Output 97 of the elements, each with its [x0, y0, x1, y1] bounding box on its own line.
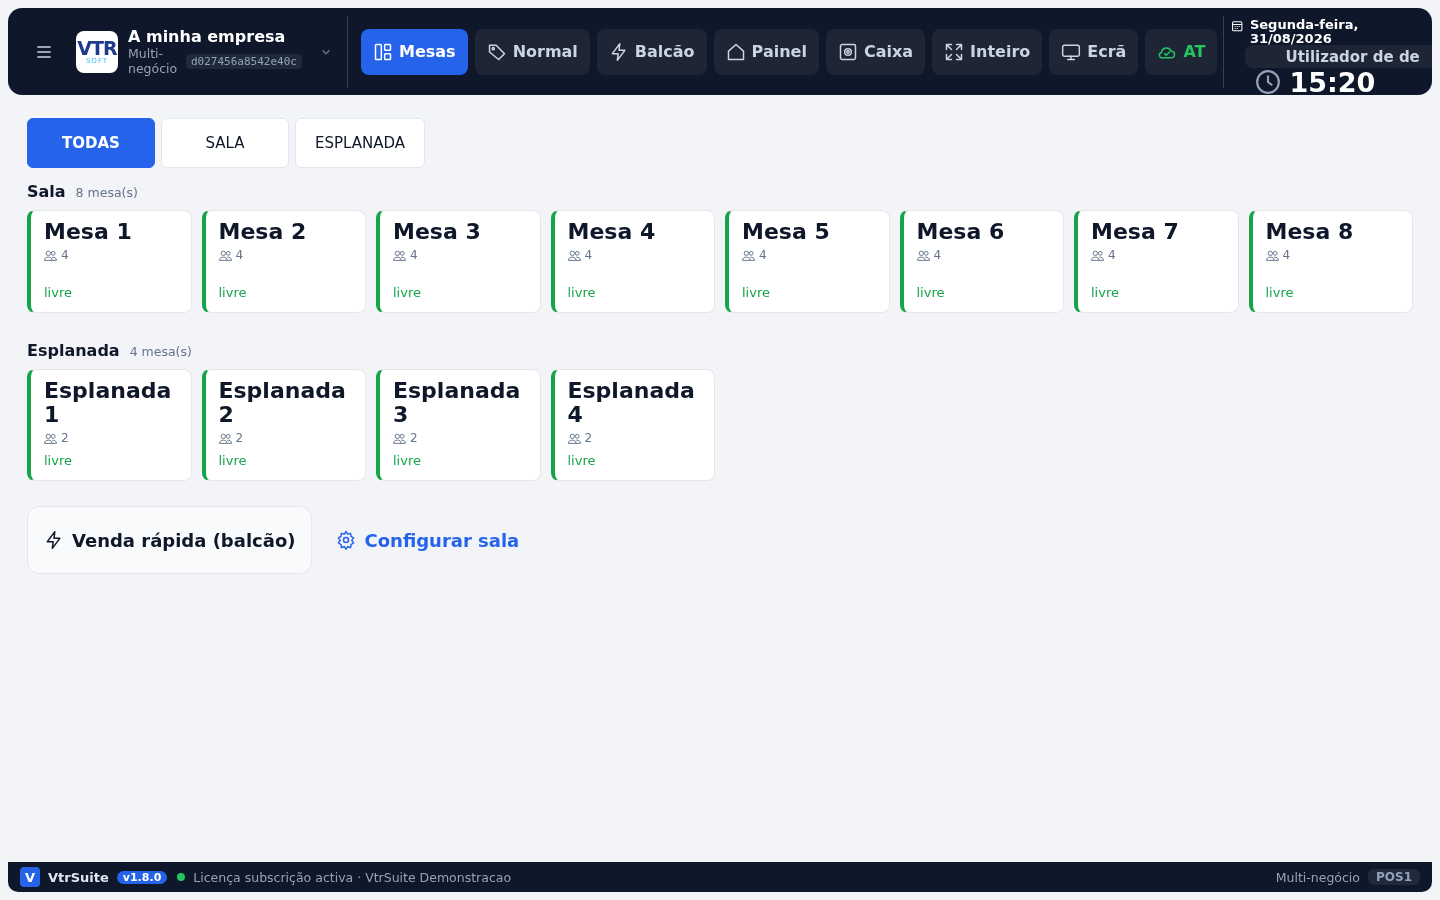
table-card[interactable]: Mesa 6 4 livre — [899, 210, 1064, 313]
seat-count: 4 — [1282, 248, 1291, 262]
section-title: Esplanada — [27, 341, 120, 360]
seat-count: 4 — [759, 248, 767, 262]
seat-count: 4 — [61, 248, 69, 262]
people-icon — [742, 249, 755, 261]
app-badge: V — [20, 867, 40, 887]
table-card[interactable]: Mesa 8 4 livre — [1248, 210, 1413, 313]
table-status: livre — [742, 284, 771, 300]
table-status: livre — [1091, 284, 1120, 300]
people-icon — [44, 249, 57, 261]
table-card[interactable]: Esplanada 1 2 livre — [27, 369, 192, 481]
table-status: livre — [44, 452, 73, 468]
table-card[interactable]: Esplanada 4 2 livre — [550, 369, 715, 481]
table-name: Mesa 7 — [1091, 220, 1180, 244]
table-status: livre — [218, 284, 248, 300]
nav-button[interactable]: Ecrã — [1049, 28, 1139, 75]
business-mode: Multi-negócio — [1275, 869, 1360, 885]
table-name: Mesa 3 — [393, 220, 482, 244]
table-card[interactable]: Mesa 1 4 livre — [27, 210, 192, 313]
table-card[interactable]: Mesa 3 4 livre — [376, 210, 541, 313]
table-name: Mesa 5 — [742, 220, 831, 244]
table-name: Mesa 6 — [916, 220, 1006, 244]
nav-button[interactable]: Normal — [474, 28, 590, 75]
lightning-icon — [44, 530, 64, 550]
table-status: livre — [567, 452, 597, 468]
table-card[interactable]: Mesa 2 4 livre — [201, 210, 366, 313]
clock-time: 15:20 — [1289, 69, 1376, 95]
seat-count: 4 — [235, 248, 244, 262]
table-count: 8 mesa(s) — [75, 185, 138, 200]
table-name: Esplanada 2 — [218, 379, 347, 427]
table-name: Esplanada 4 — [567, 379, 696, 427]
table-status: livre — [916, 284, 946, 300]
people-icon — [218, 249, 232, 261]
user-button[interactable]: Utilizador de de — [1245, 45, 1432, 68]
people-icon — [567, 249, 581, 261]
people-icon — [218, 432, 232, 444]
version-badge: v1.8.0 — [116, 870, 168, 884]
quick-sale-button[interactable]: Venda rápida (balcão) — [27, 506, 313, 574]
table-count: 4 mesa(s) — [129, 344, 192, 359]
people-icon — [393, 249, 406, 261]
terminal-badge: POS1 — [1368, 869, 1420, 885]
people-icon — [567, 432, 581, 444]
expand-icon — [944, 41, 965, 62]
zone-tab[interactable]: TODAS — [27, 118, 155, 168]
zone-tab[interactable]: ESPLANADA — [295, 118, 426, 168]
nav-button[interactable]: Mesas — [361, 28, 468, 75]
table-card[interactable]: Mesa 4 4 livre — [550, 210, 715, 313]
people-icon — [916, 249, 930, 261]
table-card[interactable]: Mesa 7 4 livre — [1074, 210, 1239, 313]
house-icon — [725, 41, 746, 62]
seat-count: 2 — [61, 431, 69, 445]
company-subtitle: Multi-negócio — [128, 46, 179, 76]
settings-icon — [336, 530, 357, 550]
date-text: Segunda-feira, 31/08/2026 — [1249, 18, 1360, 46]
table-status: livre — [393, 284, 422, 300]
table-name: Esplanada 1 — [44, 379, 173, 427]
nav-button[interactable]: Painel — [713, 28, 819, 75]
table-card[interactable]: Esplanada 3 2 livre — [376, 369, 541, 481]
company-id: d027456a8542e40c — [186, 53, 302, 69]
people-icon — [393, 432, 406, 444]
license-text: Licença subscrição activa · VtrSuite Demonstracao — [193, 869, 512, 885]
table-name: Mesa 1 — [44, 220, 133, 244]
table-card[interactable]: Esplanada 2 2 livre — [201, 369, 366, 481]
table-name: Esplanada 3 — [393, 379, 522, 427]
calendar-icon — [1231, 18, 1244, 34]
table-status: livre — [393, 452, 422, 468]
people-icon — [1091, 249, 1104, 261]
seat-count: 2 — [235, 431, 244, 445]
table-name: Mesa 4 — [567, 220, 657, 244]
nav-button[interactable]: Caixa — [825, 28, 926, 75]
layout-icon — [373, 41, 393, 62]
people-icon — [1265, 249, 1279, 261]
table-name: Mesa 2 — [218, 220, 308, 244]
table-status: livre — [218, 452, 248, 468]
table-name: Mesa 8 — [1265, 220, 1355, 244]
seat-count: 4 — [410, 248, 418, 262]
seat-count: 2 — [410, 431, 418, 445]
nav-button[interactable]: Inteiro — [932, 28, 1043, 75]
section-title: Sala — [27, 182, 66, 201]
seat-count: 4 — [933, 248, 942, 262]
table-card[interactable]: Mesa 5 4 livre — [725, 210, 890, 313]
nav-button[interactable]: Balcão — [596, 28, 707, 75]
table-status: livre — [1265, 284, 1295, 300]
clock-icon — [1255, 69, 1282, 95]
company-name: A minha empresa — [128, 27, 287, 46]
configure-room-link[interactable]: Configurar sala — [336, 529, 520, 551]
safe-icon — [837, 41, 858, 62]
seat-count: 2 — [584, 431, 593, 445]
table-status: livre — [44, 284, 73, 300]
seat-count: 4 — [584, 248, 593, 262]
zone-tab[interactable]: SALA — [161, 118, 289, 168]
people-icon — [44, 432, 57, 444]
app-name: VtrSuite — [48, 869, 109, 885]
table-status: livre — [567, 284, 597, 300]
nav-button[interactable]: AT — [1145, 28, 1218, 75]
seat-count: 4 — [1108, 248, 1116, 262]
